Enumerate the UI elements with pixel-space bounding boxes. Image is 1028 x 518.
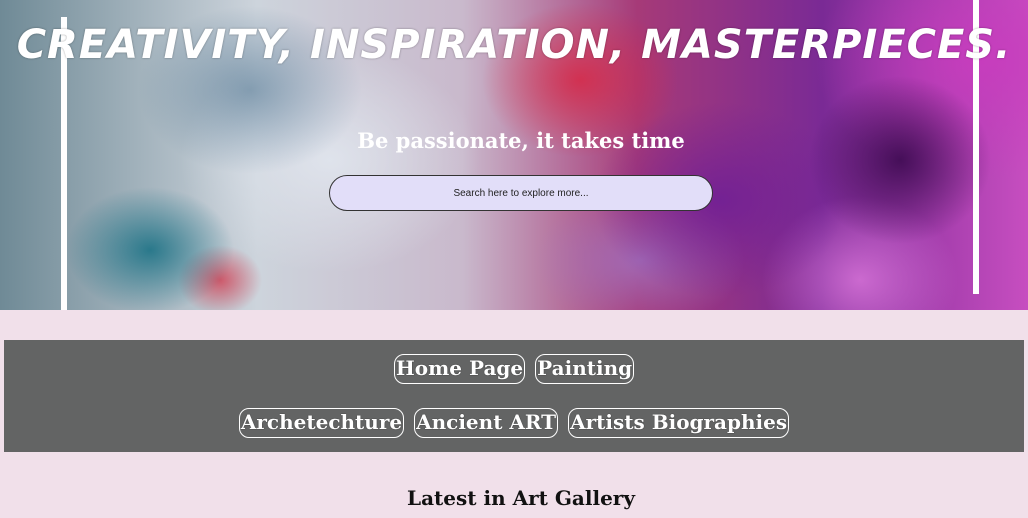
search-input[interactable] [329, 175, 713, 211]
hero-title: Creativity, Inspiration, Masterpieces. [16, 22, 1012, 68]
nav-link-architecture[interactable]: Archetechture [238, 408, 405, 438]
hero-banner: Creativity, Inspiration, Masterpieces. B… [0, 0, 1028, 310]
latest-gallery-heading: Latest in Art Gallery [407, 486, 635, 510]
nav-link-artists-biographies[interactable]: Artists Biographies [568, 408, 790, 438]
main-nav: Home Page Painting Archetechture Ancient… [4, 340, 1024, 452]
nav-link-home-page[interactable]: Home Page [393, 354, 526, 384]
nav-link-painting[interactable]: Painting [535, 354, 635, 384]
nav-row-2: Archetechture Ancient ART Artists Biogra… [4, 408, 1024, 438]
nav-link-ancient-art[interactable]: Ancient ART [414, 408, 559, 438]
hero-subtitle: Be passionate, it takes time [357, 128, 685, 153]
nav-row-1: Home Page Painting [4, 354, 1024, 384]
